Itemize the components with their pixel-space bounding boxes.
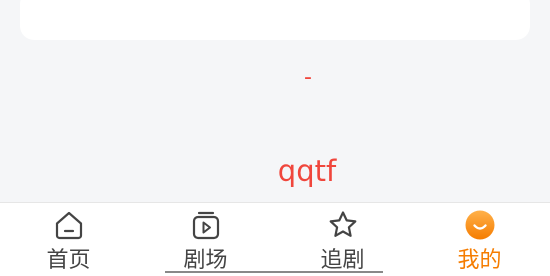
tab-mine[interactable]: 我的 <box>411 203 548 276</box>
tab-home[interactable]: 首页 <box>0 203 137 276</box>
system-nav-indicator <box>165 271 383 273</box>
tab-home-label: 首页 <box>46 248 91 273</box>
home-icon <box>55 211 82 240</box>
play-icon <box>192 211 219 240</box>
tab-mine-label: 我的 <box>457 248 502 273</box>
dash-mark: - <box>304 65 312 90</box>
star-icon <box>329 211 356 237</box>
center-text: qqtf <box>277 154 337 188</box>
bottom-tab-bar: 首页 剧场 追剧 我的 <box>0 202 550 276</box>
tab-theater[interactable]: 剧场 <box>137 203 274 276</box>
top-card <box>20 0 530 40</box>
tab-following[interactable]: 追剧 <box>274 203 411 276</box>
smile-face-icon <box>465 210 494 240</box>
